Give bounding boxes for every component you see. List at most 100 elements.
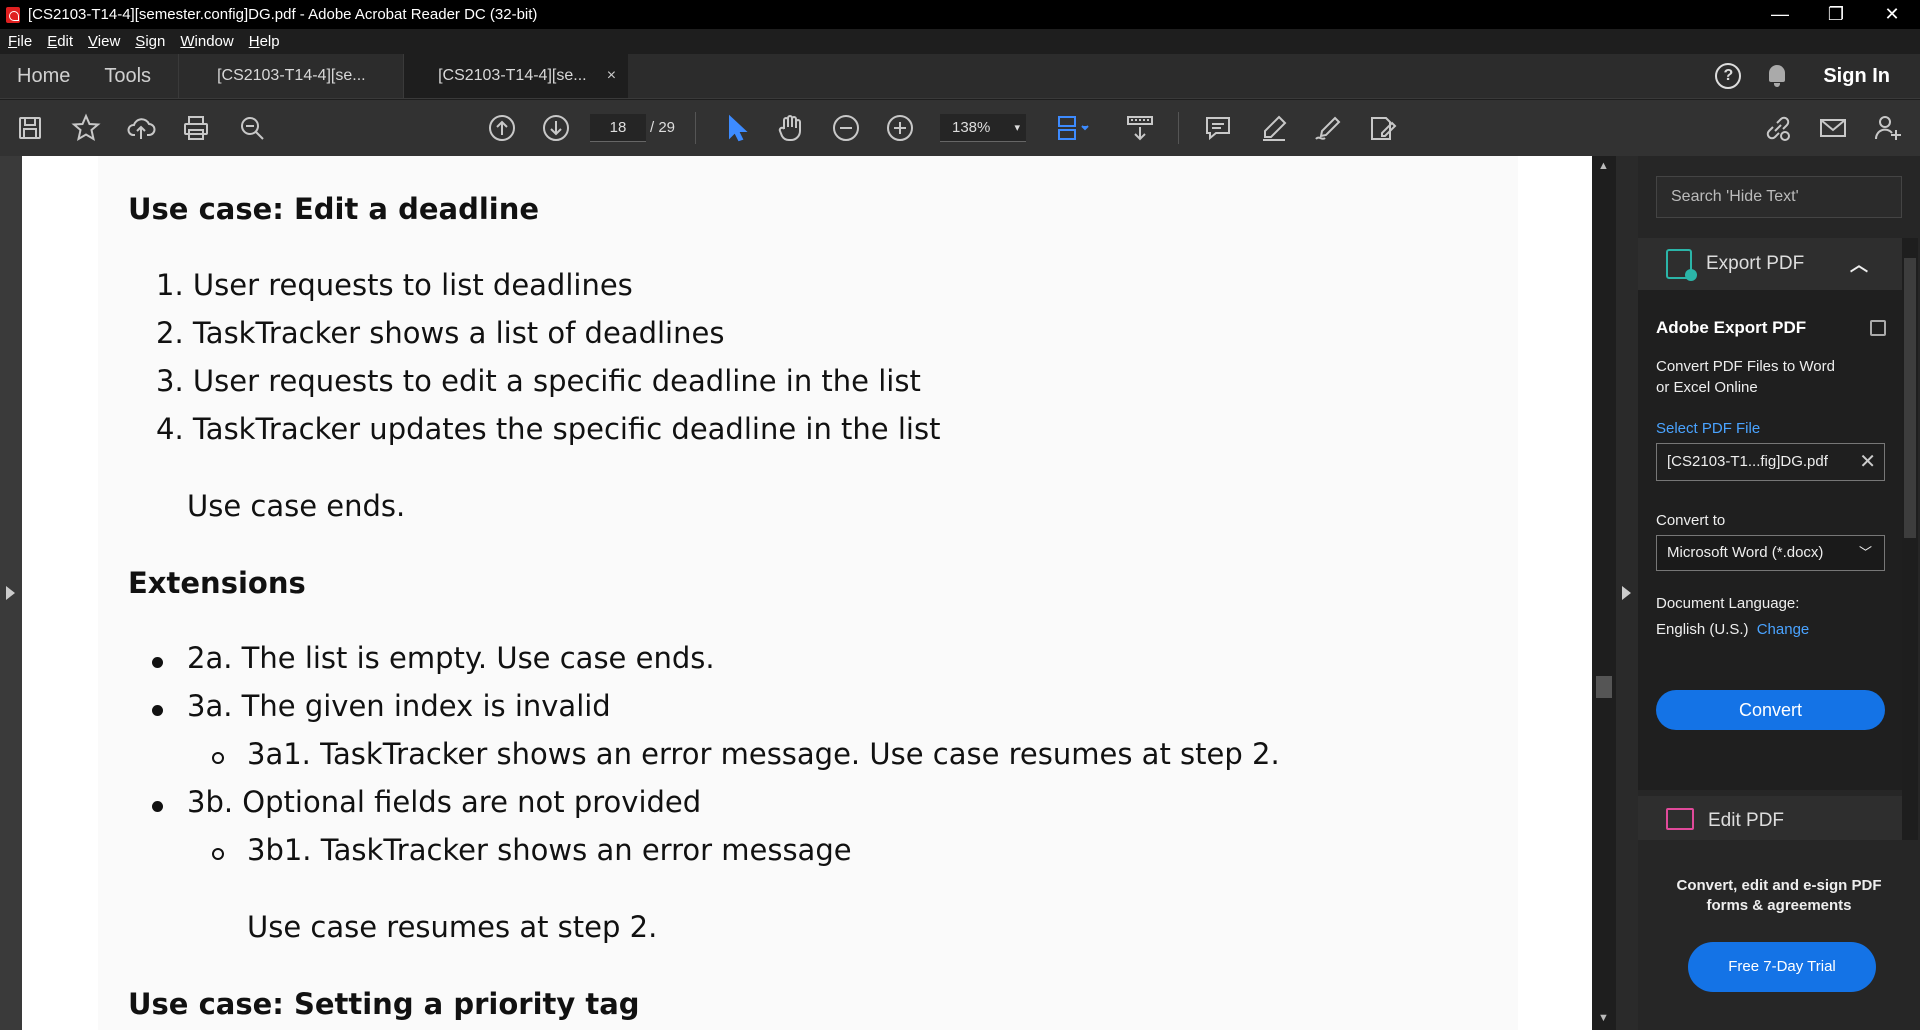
tab-document-2[interactable]: [CS2103-T14-4][se... ×	[403, 54, 629, 98]
promo-line1: Convert, edit and e-sign PDF	[1676, 877, 1882, 894]
chevron-up-icon[interactable]: ︿	[1850, 251, 1868, 277]
tools-search-input[interactable]: Search 'Hide Text'	[1656, 176, 1902, 218]
zoom-out-icon[interactable]	[830, 112, 862, 144]
sub-bullet	[212, 752, 224, 764]
help-icon[interactable]: ?	[1715, 63, 1742, 89]
page-total: / 29	[650, 119, 676, 136]
sign-pen-icon[interactable]	[1312, 112, 1344, 144]
restore-button[interactable]: ❐	[1808, 0, 1864, 29]
bullet	[152, 657, 163, 668]
copy-icon[interactable]	[1870, 320, 1886, 336]
minimize-button[interactable]: —	[1752, 0, 1808, 29]
share-link-icon[interactable]	[1762, 112, 1794, 144]
menu-window[interactable]: Window	[180, 33, 233, 50]
list-item: 1. User requests to list deadlines	[156, 268, 633, 302]
convert-format-select[interactable]: Microsoft Word (*.docx) ﹀	[1656, 535, 1885, 571]
bullet	[152, 705, 163, 716]
document-language-label: Document Language:	[1656, 595, 1800, 612]
language-value: English (U.S.)	[1656, 621, 1749, 638]
zoom-in-icon[interactable]	[884, 112, 916, 144]
expand-left-icon	[6, 586, 15, 600]
use-case-resumes-text: Use case resumes at step 2.	[247, 910, 658, 944]
select-pdf-file-link[interactable]: Select PDF File	[1656, 420, 1760, 437]
scroll-mode-icon[interactable]	[1124, 112, 1156, 144]
selected-file-field[interactable]: [CS2103-T1...fig]DG.pdf ✕	[1656, 443, 1885, 481]
toolbar-divider	[695, 112, 696, 144]
chevron-down-icon: ﹀	[1858, 545, 1872, 560]
left-panel-toggle[interactable]	[0, 156, 22, 1030]
heading-edit-deadline: Use case: Edit a deadline	[128, 192, 540, 226]
export-pdf-header[interactable]: Export PDF ︿	[1638, 238, 1902, 290]
next-page-icon[interactable]	[540, 112, 572, 144]
change-language-link[interactable]: Change	[1757, 621, 1810, 638]
sign-in-button[interactable]: Sign In	[1823, 65, 1890, 88]
highlight-pen-icon[interactable]	[1258, 112, 1290, 144]
add-user-icon[interactable]	[1872, 112, 1904, 144]
list-item: 3a1. TaskTracker shows an error message.…	[247, 737, 1280, 771]
save-icon[interactable]	[14, 112, 46, 144]
heading-extensions: Extensions	[128, 566, 306, 600]
promo-panel: Convert, edit and e-sign PDF forms & agr…	[1638, 840, 1920, 1030]
document-view[interactable]: Use case: Edit a deadline 1. User reques…	[22, 156, 1592, 1030]
bookmark-star-icon[interactable]	[70, 112, 102, 144]
document-scrollbar[interactable]: ▲ ▼	[1592, 156, 1616, 1030]
tab-document-1-label: [CS2103-T14-4][se...	[217, 67, 366, 84]
list-item: 4. TaskTracker updates the specific dead…	[156, 412, 941, 446]
close-window-button[interactable]: ✕	[1864, 0, 1920, 29]
scrollbar-thumb[interactable]	[1596, 676, 1612, 698]
menu-help[interactable]: Help	[249, 33, 280, 50]
selected-file-name: [CS2103-T1...fig]DG.pdf	[1667, 453, 1828, 470]
list-item: 2a. The list is empty. Use case ends.	[187, 641, 715, 675]
print-icon[interactable]	[180, 112, 212, 144]
toolbar-divider	[1178, 112, 1179, 144]
convert-button[interactable]: Convert	[1656, 690, 1885, 730]
page-display-icon[interactable]	[1054, 112, 1094, 144]
chevron-down-icon: ▾	[1014, 122, 1020, 134]
previous-page-icon[interactable]	[486, 112, 518, 144]
list-item: 2. TaskTracker shows a list of deadlines	[156, 316, 725, 350]
menu-bar: File Edit View Sign Window Help	[0, 29, 1920, 54]
menu-file[interactable]: File	[8, 33, 32, 50]
tools-pane: Search 'Hide Text' Export PDF ︿ Adobe Ex…	[1638, 156, 1920, 1030]
convert-format-value: Microsoft Word (*.docx)	[1667, 544, 1824, 561]
comment-icon[interactable]	[1202, 112, 1234, 144]
select-tool-icon[interactable]	[720, 112, 752, 144]
menu-edit[interactable]: Edit	[47, 33, 73, 50]
menu-view[interactable]: View	[88, 33, 120, 50]
free-trial-button[interactable]: Free 7-Day Trial	[1688, 942, 1876, 992]
tab-bar: Home Tools [CS2103-T14-4][se... [CS2103-…	[0, 54, 1920, 99]
scroll-up-icon[interactable]: ▲	[1598, 160, 1610, 172]
scroll-down-icon[interactable]: ▼	[1598, 1012, 1610, 1024]
acrobat-logo-icon	[6, 6, 20, 23]
promo-text: Convert, edit and e-sign PDF forms & agr…	[1658, 876, 1900, 916]
document-language-value: English (U.S.) Change	[1656, 621, 1809, 638]
upload-cloud-icon[interactable]	[125, 112, 157, 144]
zoom-search-icon[interactable]	[236, 112, 268, 144]
tab-document-1[interactable]: [CS2103-T14-4][se...	[178, 54, 403, 98]
use-case-ends-text: Use case ends.	[187, 489, 406, 523]
export-pdf-icon	[1666, 249, 1697, 281]
hand-tool-icon[interactable]	[774, 112, 806, 144]
tab-tools[interactable]: Tools	[87, 54, 168, 98]
collapse-right-icon	[1622, 586, 1631, 600]
title-bar: [CS2103-T14-4][semester.config]DG.pdf - …	[0, 0, 1920, 29]
page-number-input[interactable]: 18	[590, 114, 646, 142]
fill-sign-icon[interactable]	[1366, 112, 1398, 144]
zoom-level-select[interactable]: 138% ▾	[940, 114, 1026, 142]
scrollbar-thumb[interactable]	[1904, 258, 1916, 538]
pdf-page: Use case: Edit a deadline 1. User reques…	[98, 156, 1518, 1030]
tab-home[interactable]: Home	[0, 54, 87, 98]
list-item: 3. User requests to edit a specific dead…	[156, 364, 921, 398]
menu-sign[interactable]: Sign	[135, 33, 165, 50]
close-tab-icon[interactable]: ×	[607, 67, 616, 85]
edit-pdf-header[interactable]: Edit PDF	[1638, 796, 1902, 840]
email-icon[interactable]	[1817, 112, 1849, 144]
right-panel-toggle[interactable]	[1616, 156, 1638, 1030]
clear-file-icon[interactable]: ✕	[1859, 444, 1876, 480]
notification-bell-icon[interactable]	[1767, 65, 1787, 87]
export-pdf-panel: Adobe Export PDF Convert PDF Files to Wo…	[1638, 290, 1902, 790]
heading-priority-tag: Use case: Setting a priority tag	[128, 987, 640, 1021]
toolbar: 18 / 29 138% ▾	[0, 100, 1920, 156]
tools-pane-scrollbar[interactable]	[1902, 238, 1918, 840]
promo-line2: forms & agreements	[1706, 897, 1852, 914]
